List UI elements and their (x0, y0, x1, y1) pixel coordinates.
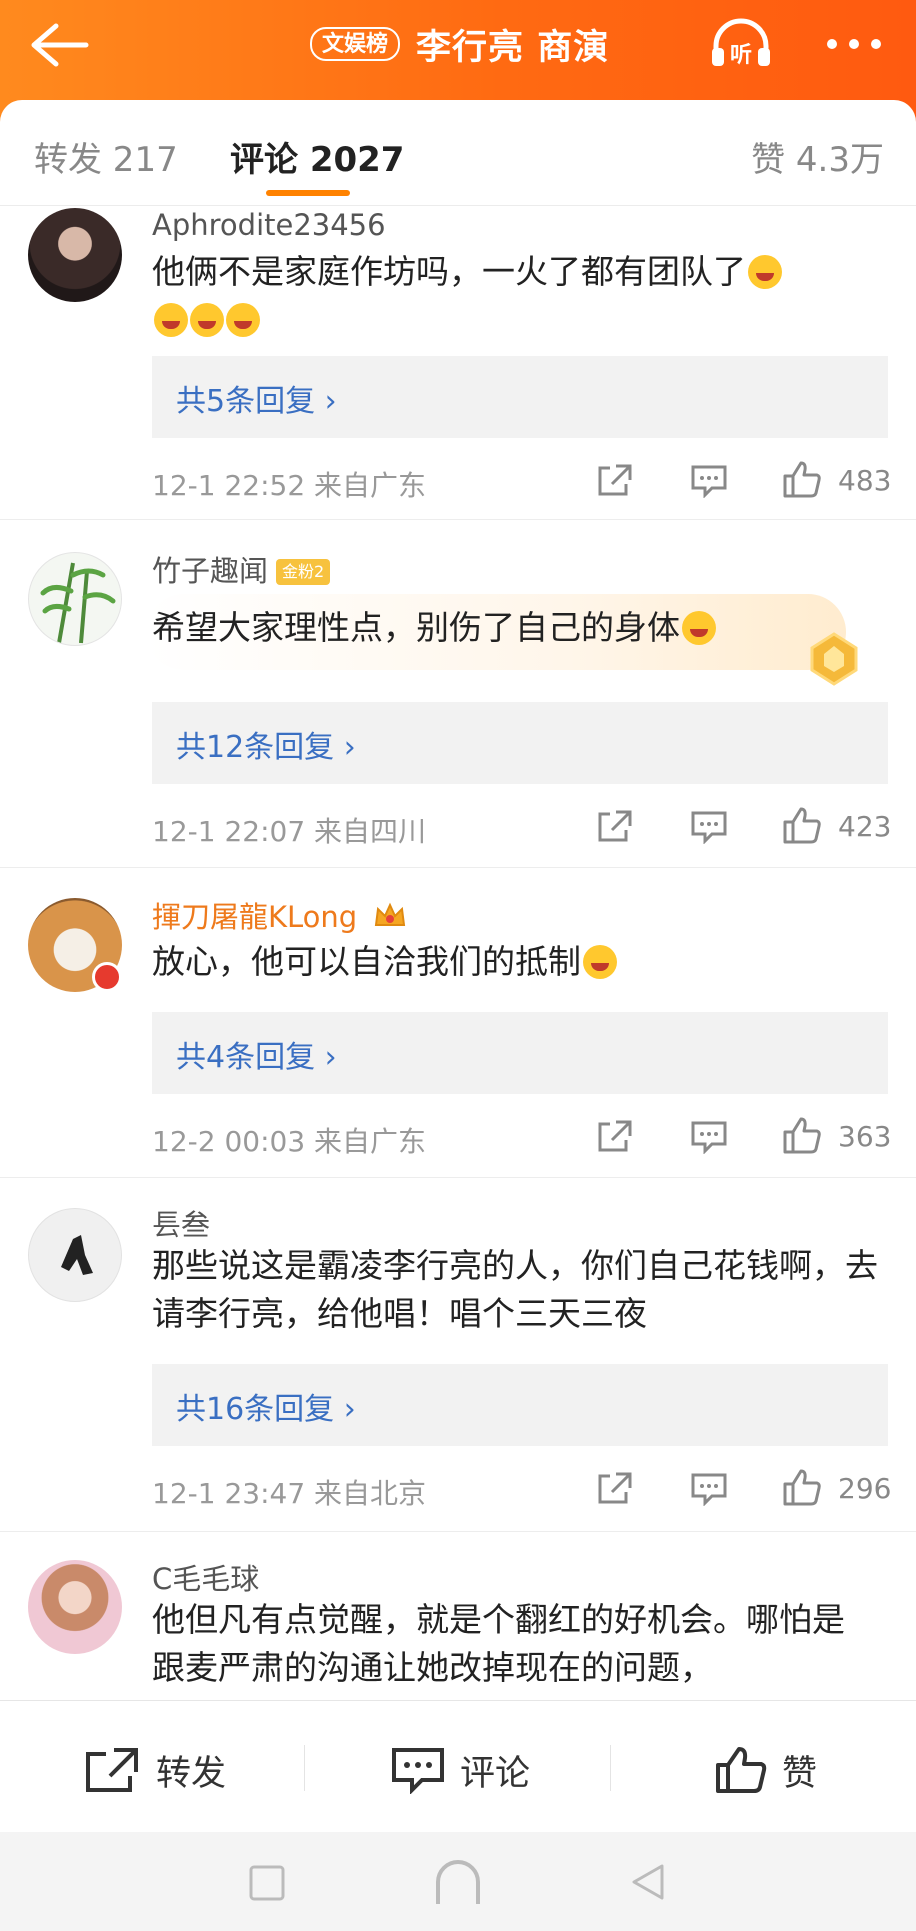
replies-label: 共12条回复 › (176, 730, 356, 765)
page-title: 李行亮 商演 (416, 27, 610, 68)
laugh-cry-emoji-icon (190, 303, 224, 337)
silhouette-avatar-icon (61, 1235, 93, 1275)
more-options-icon[interactable] (824, 30, 884, 58)
back-arrow-icon[interactable] (26, 22, 90, 68)
comment-text: 他但凡有点觉醒，就是个翻红的好机会。哪怕是跟麦严肃的沟通让她改掉现在的问题， (152, 1600, 845, 1687)
comment-item: 竹子趣闻 金粉2 希望大家理性点，别伤了自己的身体 共12条回复 › 12-1 2… (0, 520, 916, 868)
active-tab-indicator (266, 190, 350, 196)
share-icon[interactable] (596, 1470, 634, 1506)
replies-expand-button[interactable]: 共16条回复 › (152, 1364, 888, 1446)
bottom-action-bar: 转发 评论 赞 (0, 1700, 916, 1832)
bottom-like-label: 赞 (782, 1753, 818, 1794)
crying-emoji-icon (682, 611, 716, 645)
thumbs-up-icon[interactable] (782, 806, 822, 844)
thumbs-up-icon[interactable] (782, 1116, 822, 1154)
back-triangle-icon[interactable] (628, 1862, 668, 1902)
avatar[interactable] (28, 552, 122, 646)
gold-crown-badge-icon (810, 632, 858, 686)
comment-username[interactable]: C毛毛球 (152, 1556, 259, 1598)
comment-icon[interactable] (690, 1472, 728, 1506)
tab-like[interactable]: 赞 4.3万 (751, 132, 884, 181)
header-title-group[interactable]: 文娱榜 李行亮 商演 (310, 18, 609, 70)
crown-badge-icon (375, 902, 406, 926)
comment-text: 那些说这是霸凌李行亮的人，你们自己花钱啊，去请李行亮，给他唱！唱个三天三夜 (152, 1246, 878, 1333)
bottom-forward-button[interactable]: 转发 (84, 1745, 226, 1795)
comment-icon[interactable] (690, 810, 728, 844)
recent-apps-icon[interactable] (248, 1864, 286, 1902)
tongue-emoji-icon (583, 945, 617, 979)
comment-meta: 12-1 22:07 来自四川 (152, 815, 427, 848)
comment-username[interactable]: Aphrodite23456 (152, 208, 386, 242)
comment-username[interactable]: 竹子趣闻 (152, 554, 268, 588)
tab-comment[interactable]: 评论 2027 (230, 132, 404, 181)
thumbs-up-icon (716, 1747, 767, 1793)
comment-item: Aphrodite23456 他俩不是家庭作坊吗，一火了都有团队了 共5条回复 … (0, 206, 916, 520)
replies-expand-button[interactable]: 共5条回复 › (152, 356, 888, 438)
bottom-forward-label: 转发 (156, 1753, 227, 1794)
comment-meta: 12-1 22:52 来自广东 (152, 469, 427, 502)
bottom-comment-button[interactable]: 评论 (390, 1745, 530, 1795)
replies-expand-button[interactable]: 共12条回复 › (152, 702, 888, 784)
comment-meta: 12-2 00:03 来自广东 (152, 1125, 427, 1158)
comment-item: 揮刀屠龍KLong 放心，他可以自洽我们的抵制 共4条回复 › 12-2 00:… (0, 868, 916, 1178)
comment-username-row: 竹子趣闻 金粉2 (152, 548, 331, 590)
bottom-comment-label: 评论 (460, 1753, 531, 1794)
divider (304, 1745, 305, 1791)
laugh-cry-emoji-icon (748, 255, 782, 289)
comment-text-content: 放心，他可以自洽我们的抵制 (152, 942, 581, 981)
tab-forward[interactable]: 转发 217 (34, 132, 178, 181)
avatar[interactable] (28, 208, 122, 302)
replies-label: 共4条回复 › (176, 1040, 337, 1075)
like-count: 483 (838, 464, 892, 497)
comment-meta: 12-1 23:47 来自北京 (152, 1477, 427, 1510)
replies-label: 共5条回复 › (176, 384, 337, 419)
comment-item: 镸叁 那些说这是霸凌李行亮的人，你们自己花钱啊，去请李行亮，给他唱！唱个三天三夜… (0, 1178, 916, 1532)
hot-list-tag: 文娱榜 (310, 27, 401, 61)
fan-badge: 金粉2 (276, 559, 331, 585)
thumbs-up-icon[interactable] (782, 460, 822, 498)
laugh-cry-emoji-icon (154, 303, 188, 337)
laugh-cry-emoji-icon (226, 303, 260, 337)
replies-expand-button[interactable]: 共4条回复 › (152, 1012, 888, 1094)
comment-text: 希望大家理性点，别伤了自己的身体 (152, 604, 892, 652)
comment-text: 他俩不是家庭作坊吗，一火了都有团队了 (152, 248, 892, 344)
bamboo-avatar-icon (40, 562, 116, 644)
share-icon[interactable] (596, 462, 634, 498)
headphones-icon[interactable]: 听 (708, 18, 774, 70)
comment-text: 放心，他可以自洽我们的抵制 (152, 938, 892, 986)
share-icon[interactable] (596, 1118, 634, 1154)
comment-username-row: 揮刀屠龍KLong (152, 894, 408, 936)
tab-bar: 转发 217 评论 2027 赞 4.3万 (0, 100, 916, 206)
comment-text-content: 希望大家理性点，别伤了自己的身体 (152, 608, 680, 647)
avatar[interactable] (28, 1208, 122, 1302)
thumbs-up-icon[interactable] (782, 1468, 822, 1506)
avatar[interactable] (28, 1560, 122, 1654)
share-icon[interactable] (596, 808, 634, 844)
share-icon (86, 1748, 138, 1792)
like-count: 363 (838, 1120, 892, 1153)
comment-icon[interactable] (690, 1120, 728, 1154)
like-count: 296 (838, 1472, 892, 1505)
like-count: 423 (838, 810, 892, 843)
comment-username[interactable]: 揮刀屠龍KLong (152, 900, 357, 934)
comment-item: C毛毛球 他但凡有点觉醒，就是个翻红的好机会。哪怕是跟麦严肃的沟通让她改掉现在的… (0, 1532, 916, 1700)
system-nav-bar (0, 1832, 916, 1931)
comment-username[interactable]: 镸叁 (152, 1202, 210, 1244)
replies-label: 共16条回复 › (176, 1392, 356, 1427)
divider (610, 1745, 611, 1791)
listen-label: 听 (730, 43, 752, 68)
verified-red-icon (92, 962, 122, 992)
home-icon[interactable] (432, 1860, 484, 1904)
comment-text-content: 他俩不是家庭作坊吗，一火了都有团队了 (152, 252, 746, 291)
comment-icon[interactable] (690, 464, 728, 498)
bottom-like-button[interactable]: 赞 (714, 1745, 817, 1795)
comment-icon (392, 1748, 444, 1794)
